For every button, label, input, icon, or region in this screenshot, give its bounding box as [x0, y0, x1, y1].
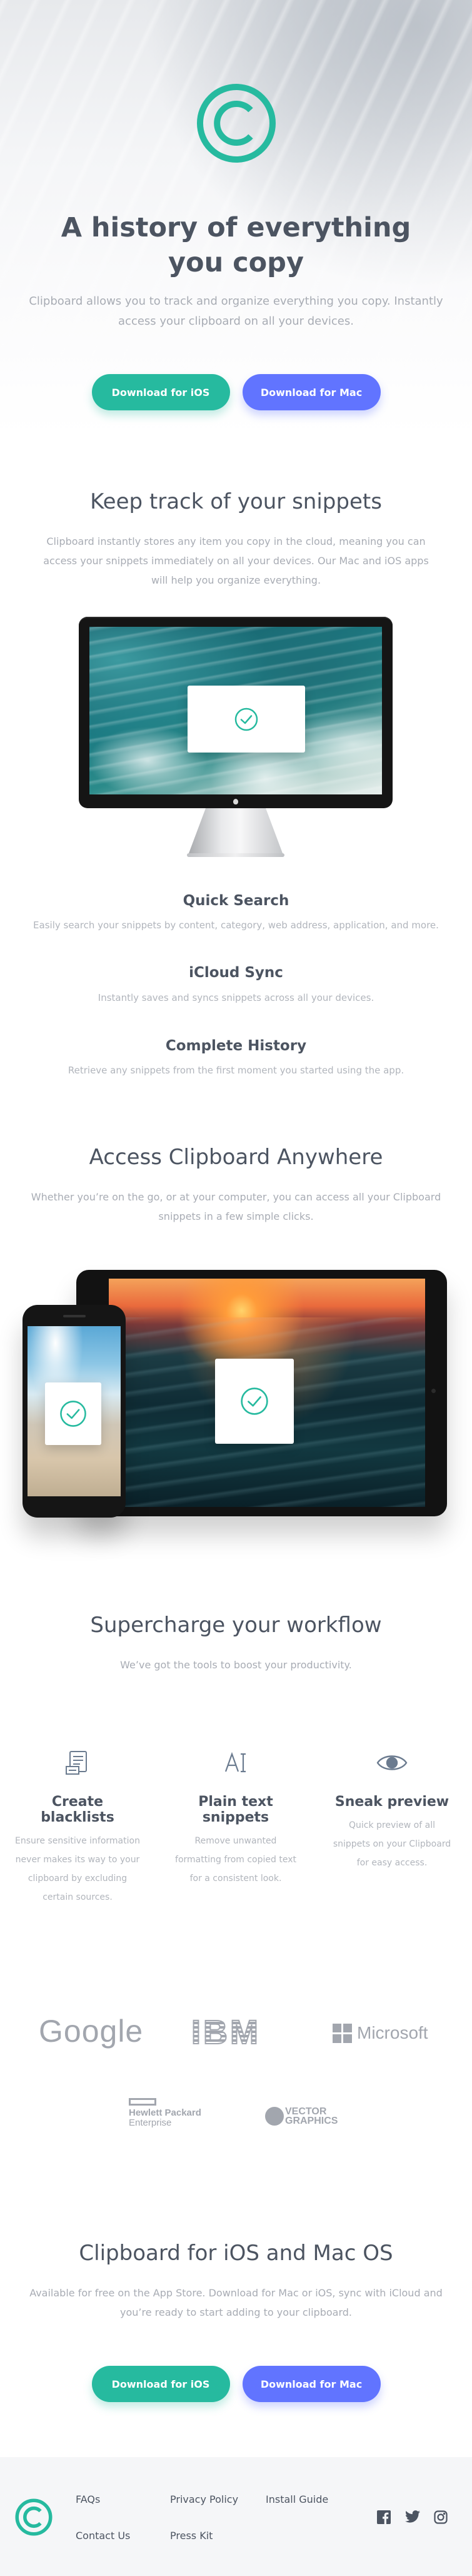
monitor-stand: [189, 808, 283, 853]
vector-circle-icon: [265, 2107, 284, 2126]
hero-buttons: Download for iOS Download for Mac: [0, 374, 472, 410]
workflow-item-text: Ensure sensitive information never makes…: [15, 1836, 140, 1902]
checkmark-icon: [241, 1387, 268, 1415]
tablet-screen: [109, 1279, 425, 1507]
feature-text-complete-history: Retrieve any snippets from the first mom…: [68, 1065, 404, 1076]
instagram-icon[interactable]: [434, 2510, 448, 2527]
workflow-text: We’ve got the tools to boost your produc…: [120, 1659, 352, 1671]
workflow-title: Supercharge your workflow: [90, 1613, 382, 1638]
tablet-illustration: [76, 1270, 447, 1516]
feature-title-icloud-sync: iCloud Sync: [189, 965, 283, 981]
workflow-item-plain-text: Plain text snippets Remove unwanted form…: [173, 1745, 298, 1888]
microsoft-windows-icon: [333, 2023, 352, 2043]
cta-download-mac-button[interactable]: Download for Mac: [242, 2366, 381, 2402]
footer-link-privacy-policy[interactable]: Privacy Policy: [170, 2493, 238, 2505]
workflow-item-sneak-preview: Sneak preview Quick preview of all snipp…: [329, 1745, 454, 1872]
cta-title: Clipboard for iOS and Mac OS: [79, 2241, 393, 2266]
workflow-item-title: Create blacklists: [41, 1794, 114, 1825]
workflow-item-blacklists: Create blacklists Ensure sensitive infor…: [15, 1745, 140, 1907]
footer-link-faqs[interactable]: FAQs: [76, 2493, 100, 2505]
footer-logo-icon[interactable]: [15, 2498, 53, 2538]
workflow-item-text: Remove unwanted formatting from copied t…: [175, 1836, 296, 1884]
feature-title-complete-history: Complete History: [165, 1038, 307, 1054]
workflow-item-title: Sneak preview: [334, 1794, 449, 1810]
ibm-logo: IBM: [191, 2013, 261, 2052]
hero-section: A history of everything you copy Clipboa…: [0, 0, 472, 438]
hero-title: A history of everything you copy: [61, 212, 411, 278]
google-logo: Google: [39, 2014, 144, 2049]
monitor-stand-base: [187, 853, 284, 857]
vector-wordmark-line1: VECTOR: [285, 2106, 327, 2117]
workflow-item-title: Plain text snippets: [198, 1794, 273, 1825]
apple-logo-icon: [233, 799, 238, 804]
checkmark-icon: [234, 707, 258, 731]
vector-graphics-logo: VECTOR GRAPHICS: [265, 2107, 338, 2126]
phone-screen: [28, 1326, 121, 1496]
monitor-illustration: [79, 617, 393, 857]
text-icon: [173, 1745, 298, 1780]
checkmark-icon: [60, 1401, 86, 1427]
workflow-item-text: Quick preview of all snippets on your Cl…: [333, 1820, 451, 1868]
cta-buttons: Download for iOS Download for Mac: [0, 2366, 472, 2402]
cta-download-ios-button[interactable]: Download for iOS: [91, 2366, 230, 2402]
copied-check-card: [188, 686, 305, 753]
microsoft-wordmark: Microsoft: [357, 2023, 428, 2042]
access-text: Whether you’re on the go, or at your com…: [31, 1191, 441, 1222]
hero-subtitle: Clipboard allows you to track and organi…: [29, 295, 443, 328]
blacklist-icon: [15, 1745, 140, 1780]
feature-text-icloud-sync: Instantly saves and syncs snippets acros…: [98, 992, 374, 1003]
twitter-icon[interactable]: [405, 2510, 420, 2525]
monitor-bezel: [79, 617, 393, 808]
footer-link-press-kit[interactable]: Press Kit: [170, 2530, 213, 2542]
phone-speaker: [63, 1315, 86, 1317]
clipboard-logo-icon: [196, 83, 277, 166]
footer-link-contact-us[interactable]: Contact Us: [76, 2530, 130, 2542]
vector-wordmark-line2: GRAPHICS: [285, 2116, 338, 2126]
snippets-title: Keep track of your snippets: [90, 489, 382, 514]
download-mac-button[interactable]: Download for Mac: [242, 374, 381, 410]
hp-logo: Hewlett Packard Enterprise: [129, 2098, 201, 2128]
facebook-icon[interactable]: [377, 2510, 391, 2527]
landing-page: A history of everything you copy Clipboa…: [0, 0, 472, 2576]
phone-illustration: [23, 1305, 126, 1518]
eye-icon: [329, 1745, 454, 1780]
download-ios-button[interactable]: Download for iOS: [91, 374, 230, 410]
feature-text-quick-search: Easily search your snippets by content, …: [33, 920, 439, 931]
access-title: Access Clipboard Anywhere: [89, 1145, 383, 1170]
monitor-screen: [89, 627, 382, 794]
microsoft-logo: Microsoft: [333, 2023, 428, 2043]
feature-title-quick-search: Quick Search: [183, 893, 289, 909]
footer-link-install-guide[interactable]: Install Guide: [266, 2493, 328, 2505]
hp-wordmark-line2: Enterprise: [129, 2117, 172, 2128]
hp-wordmark-line1: Hewlett Packard: [129, 2107, 201, 2118]
hp-rectangle-icon: [129, 2098, 156, 2106]
tablet-check-card: [215, 1359, 294, 1444]
cta-text: Available for free on the App Store. Dow…: [29, 2287, 443, 2318]
snippets-text: Clipboard instantly stores any item you …: [43, 535, 429, 586]
footer: FAQs Privacy Policy Install Guide Contac…: [0, 2457, 472, 2576]
tablet-camera: [431, 1389, 436, 1393]
phone-check-card: [45, 1382, 101, 1445]
